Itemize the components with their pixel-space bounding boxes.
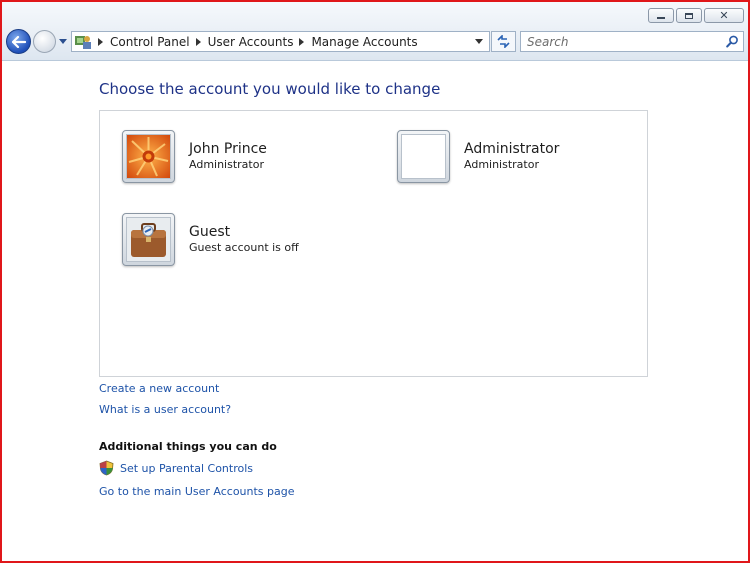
title-bar: ✕ Control Panel User Accounts Manage Acc… xyxy=(2,2,748,61)
minimize-button[interactable] xyxy=(648,8,674,23)
breadcrumb-manage-accounts[interactable]: Manage Accounts xyxy=(311,35,417,49)
refresh-button[interactable] xyxy=(491,31,516,52)
account-type: Administrator xyxy=(464,158,539,171)
create-account-link[interactable]: Create a new account xyxy=(99,382,219,395)
avatar[interactable] xyxy=(122,213,175,266)
chevron-right-icon[interactable] xyxy=(195,37,201,46)
parental-controls-link[interactable]: Set up Parental Controls xyxy=(120,462,253,475)
close-icon: ✕ xyxy=(719,9,729,22)
page-title: Choose the account you would like to cha… xyxy=(99,80,441,98)
chevron-right-icon[interactable] xyxy=(98,37,103,46)
minimize-icon xyxy=(657,17,665,19)
account-name[interactable]: Administrator xyxy=(464,141,559,157)
search-input[interactable] xyxy=(525,33,729,50)
briefcase-icon xyxy=(126,217,171,262)
account-name[interactable]: Guest xyxy=(189,224,299,240)
forward-button[interactable] xyxy=(33,30,56,53)
caption-buttons: ✕ xyxy=(648,8,744,23)
breadcrumb-control-panel[interactable]: Control Panel xyxy=(110,35,190,49)
refresh-icon xyxy=(497,35,510,48)
orange-flower-icon xyxy=(126,134,171,179)
account-tile-john-prince[interactable]: John Prince Administrator xyxy=(122,130,267,183)
what-is-user-account-link[interactable]: What is a user account? xyxy=(99,403,231,416)
accounts-panel: John Prince Administrator Administrator … xyxy=(99,110,648,377)
blank-picture xyxy=(401,134,446,179)
magnifier-icon[interactable] xyxy=(726,35,739,48)
additional-things-heading: Additional things you can do xyxy=(99,440,277,453)
account-type: Administrator xyxy=(189,158,264,171)
avatar[interactable] xyxy=(122,130,175,183)
back-button[interactable] xyxy=(6,29,31,54)
account-tile-guest[interactable]: Guest Guest account is off xyxy=(122,213,299,266)
shield-icon xyxy=(99,460,114,476)
account-name[interactable]: John Prince xyxy=(189,141,267,157)
breadcrumb-user-accounts[interactable]: User Accounts xyxy=(208,35,294,49)
back-arrow-icon xyxy=(11,35,26,48)
close-button[interactable]: ✕ xyxy=(704,8,744,23)
address-bar[interactable]: Control Panel User Accounts Manage Accou… xyxy=(71,31,490,52)
account-type: Guest account is off xyxy=(189,241,299,254)
avatar[interactable] xyxy=(397,130,450,183)
window: ✕ Control Panel User Accounts Manage Acc… xyxy=(0,0,750,563)
main-user-accounts-page-link[interactable]: Go to the main User Accounts page xyxy=(99,485,295,498)
control-panel-icon xyxy=(75,36,91,49)
recent-pages-dropdown-icon[interactable] xyxy=(59,39,67,44)
chevron-right-icon[interactable] xyxy=(299,37,305,46)
address-dropdown-icon[interactable] xyxy=(475,39,483,44)
account-tile-administrator[interactable]: Administrator Administrator xyxy=(397,130,559,183)
search-box xyxy=(520,31,744,52)
maximize-button[interactable] xyxy=(676,8,702,23)
maximize-icon xyxy=(685,12,693,19)
